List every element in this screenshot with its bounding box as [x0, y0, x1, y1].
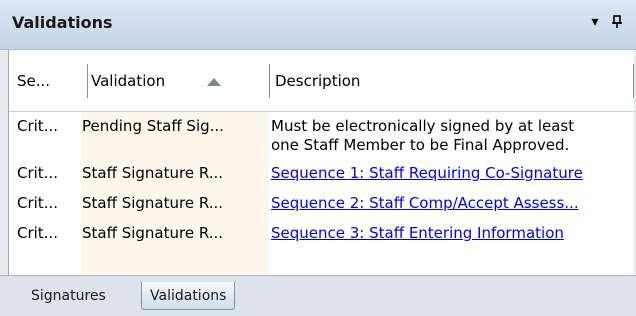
table-row[interactable]: Crit... Staff Signature R... Sequence 3:… [9, 223, 634, 245]
table-row[interactable]: Crit... Pending Staff Sig... Must be ele… [9, 116, 634, 158]
column-resize-handle[interactable] [269, 64, 270, 98]
validations-panel: Validations ▾ Se... Validation Descripti… [0, 0, 636, 316]
column-resize-handle[interactable] [87, 64, 88, 98]
validation-cell: Staff Signature R... [82, 194, 224, 212]
severity-cell: Crit... [17, 117, 58, 135]
tab-signatures[interactable]: Signatures [23, 282, 114, 310]
panel-title: Validations [12, 13, 113, 32]
severity-cell: Crit... [17, 194, 58, 212]
panel-menu-icon[interactable]: ▾ [585, 11, 605, 33]
description-line: one Staff Member to be Final Approved. [271, 136, 570, 154]
description-link[interactable]: Sequence 1: Staff Requiring Co-Signature [271, 163, 633, 183]
description-link[interactable]: Sequence 2: Staff Comp/Accept Assess... [271, 193, 633, 213]
sort-ascending-icon [207, 78, 221, 86]
description-cell: Must be electronically signed by at leas… [271, 117, 633, 155]
validation-cell: Staff Signature R... [82, 164, 224, 182]
column-resize-handle[interactable] [633, 64, 634, 98]
table-row[interactable]: Crit... Staff Signature R... Sequence 1:… [9, 163, 634, 185]
validation-cell: Staff Signature R... [82, 224, 224, 242]
column-header-severity[interactable]: Se... [17, 64, 85, 98]
validations-grid: Se... Validation Description Crit... Pen… [8, 50, 634, 275]
description-line: Must be electronically signed by at leas… [271, 117, 575, 135]
table-row[interactable]: Crit... Staff Signature R... Sequence 2:… [9, 193, 634, 215]
panel-titlebar: Validations ▾ [0, 0, 636, 50]
validation-cell: Pending Staff Sig... [82, 117, 224, 135]
tab-validations[interactable]: Validations [141, 282, 236, 310]
severity-cell: Crit... [17, 224, 58, 242]
column-header-validation[interactable]: Validation [91, 64, 267, 98]
description-link[interactable]: Sequence 3: Staff Entering Information [271, 223, 633, 243]
pin-icon[interactable] [607, 11, 627, 33]
grid-header: Se... Validation Description [9, 50, 634, 112]
severity-cell: Crit... [17, 164, 58, 182]
panel-tab-strip: Signatures Validations [0, 275, 636, 316]
column-header-description[interactable]: Description [275, 64, 630, 98]
